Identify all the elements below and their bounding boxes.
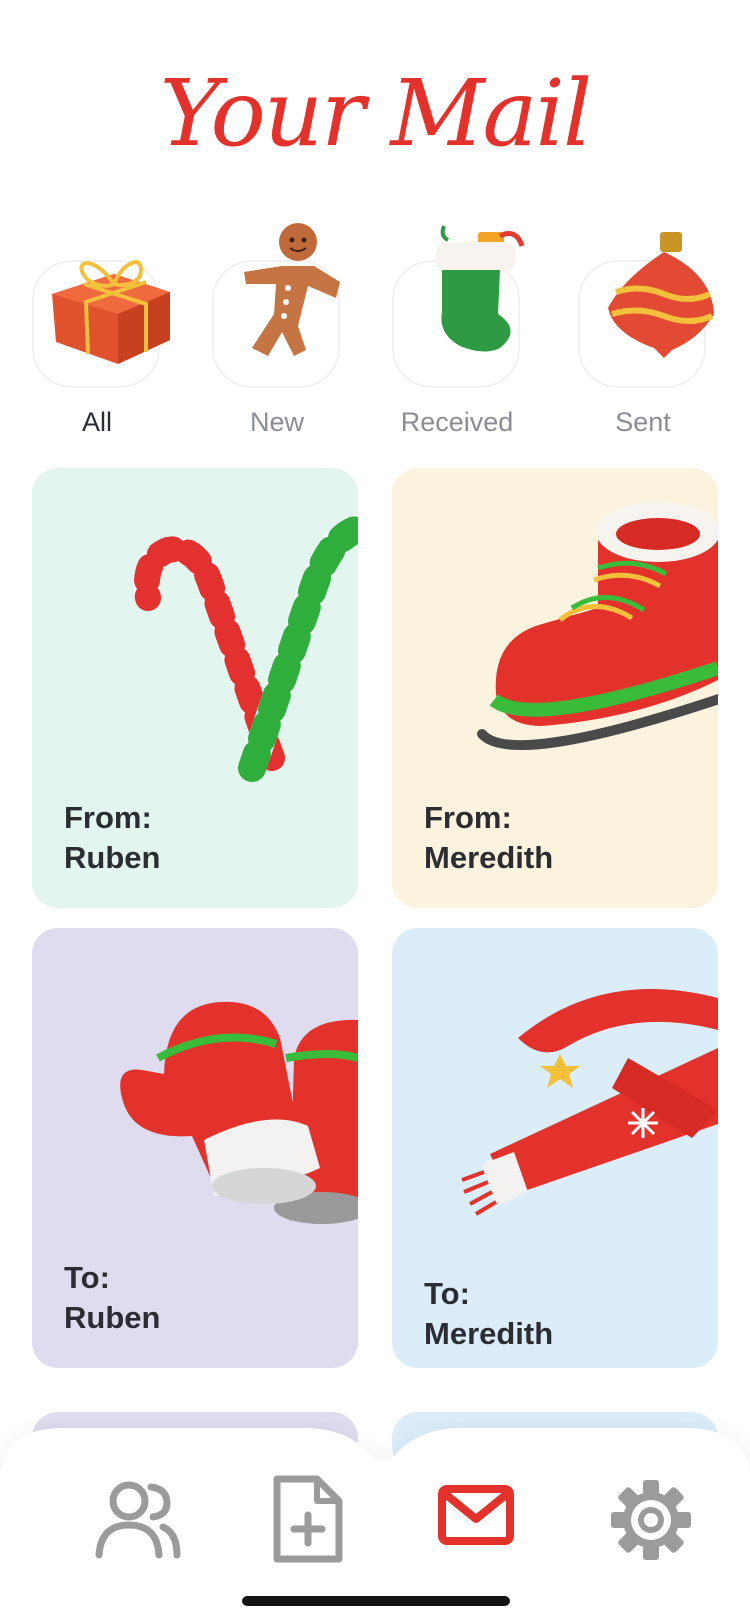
candy-cane-icon <box>134 514 358 782</box>
nav-mail[interactable] <box>436 1475 526 1565</box>
nav-settings[interactable] <box>606 1475 696 1565</box>
card-prefix: From: <box>424 800 512 835</box>
nav-compose[interactable] <box>265 1475 355 1565</box>
card-prefix: To: <box>64 1260 110 1295</box>
page-title: Your Mail <box>159 60 593 167</box>
mail-icon <box>438 1485 514 1545</box>
mail-card[interactable]: From: Ruben <box>32 468 358 908</box>
mail-card[interactable]: To: Ruben <box>32 928 358 1368</box>
mittens-icon <box>120 1001 358 1224</box>
card-prefix: To: <box>424 1276 470 1311</box>
filter-sent[interactable]: Sent <box>568 222 718 442</box>
filter-received[interactable]: Received <box>382 222 532 442</box>
card-name: Ruben <box>64 1300 161 1335</box>
nav-contacts[interactable] <box>93 1475 183 1565</box>
card-name: Meredith <box>424 1316 554 1351</box>
new-document-icon <box>273 1475 343 1563</box>
ornament-icon <box>608 232 714 358</box>
filter-label: Received <box>400 407 514 437</box>
filter-label: Sent <box>615 407 671 437</box>
card-name: Meredith <box>424 840 554 875</box>
card-prefix: From: <box>64 800 152 835</box>
filter-label: New <box>249 407 304 437</box>
gear-icon <box>611 1480 691 1560</box>
mail-card[interactable]: To: Meredith <box>392 928 718 1368</box>
stocking-icon <box>436 225 525 352</box>
ice-skate-icon <box>477 502 718 751</box>
mail-card[interactable]: From: Meredith <box>392 468 718 908</box>
filter-all[interactable]: All <box>22 222 172 442</box>
filter-label: All <box>81 407 112 437</box>
card-name: Ruben <box>64 840 161 875</box>
gingerbread-icon <box>244 223 340 356</box>
filter-new[interactable]: New <box>202 222 352 442</box>
home-indicator <box>242 1596 510 1606</box>
scarf-icon <box>461 989 718 1216</box>
gift-icon <box>52 260 170 364</box>
bottom-nav <box>0 1420 750 1624</box>
people-icon <box>95 1481 181 1559</box>
